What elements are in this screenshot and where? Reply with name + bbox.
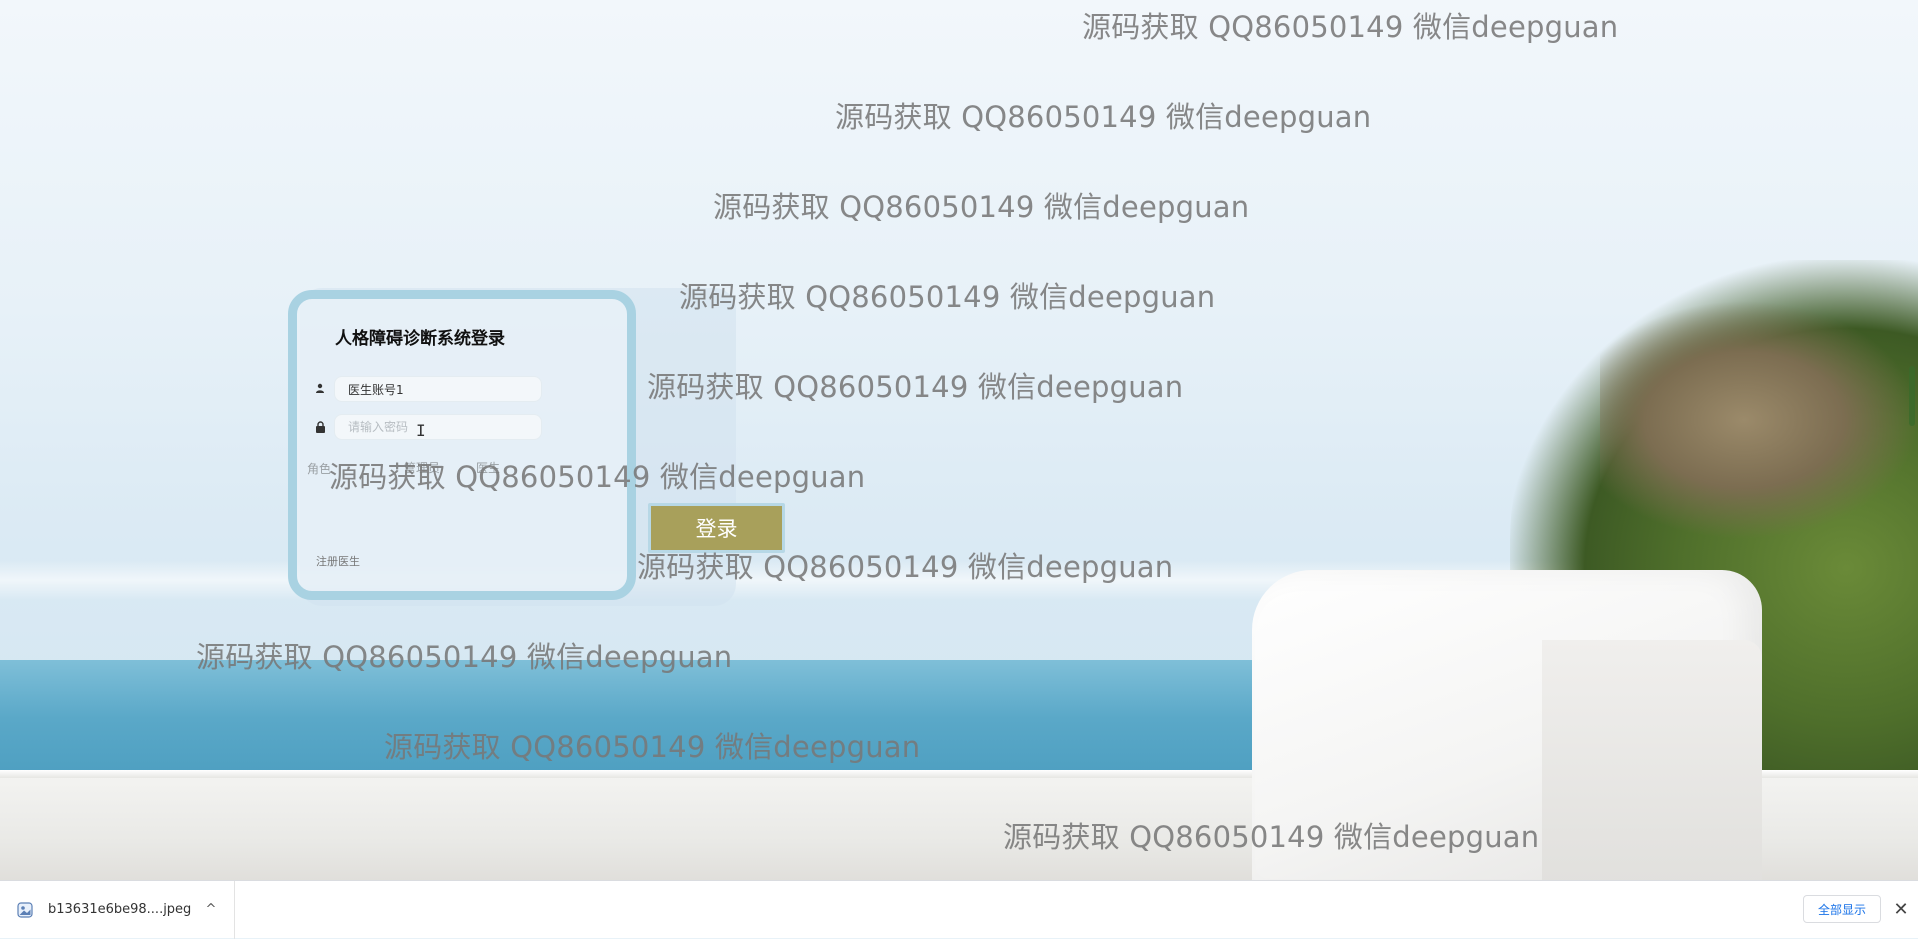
register-doctor-link[interactable]: 注册医生 bbox=[316, 553, 360, 569]
login-title: 人格障碍诊断系统登录 bbox=[335, 329, 505, 349]
lock-icon bbox=[312, 419, 328, 435]
password-input[interactable] bbox=[334, 414, 542, 440]
chevron-up-icon[interactable]: ^ bbox=[202, 899, 220, 919]
role-option-admin[interactable]: 管理员 bbox=[404, 459, 440, 476]
text-cursor-icon: I bbox=[416, 421, 426, 440]
hillside-rock bbox=[1600, 300, 1918, 540]
download-shelf: b13631e6be98....jpeg ^ 全部显示 ✕ bbox=[0, 880, 1918, 939]
role-option-doctor[interactable]: 医生 bbox=[476, 459, 500, 476]
scroll-indicator[interactable] bbox=[1909, 366, 1915, 426]
user-icon bbox=[312, 380, 328, 396]
role-label: 角色 bbox=[307, 462, 332, 476]
show-all-downloads-button[interactable]: 全部显示 bbox=[1803, 895, 1881, 923]
white-chimney-side bbox=[1542, 640, 1762, 880]
login-button[interactable]: 登录 bbox=[648, 503, 785, 553]
image-file-icon bbox=[16, 901, 34, 919]
download-file-name: b13631e6be98....jpeg bbox=[48, 902, 192, 917]
close-icon[interactable]: ✕ bbox=[1892, 898, 1910, 920]
username-input[interactable] bbox=[334, 376, 542, 402]
download-item[interactable]: b13631e6be98....jpeg ^ bbox=[0, 881, 235, 939]
